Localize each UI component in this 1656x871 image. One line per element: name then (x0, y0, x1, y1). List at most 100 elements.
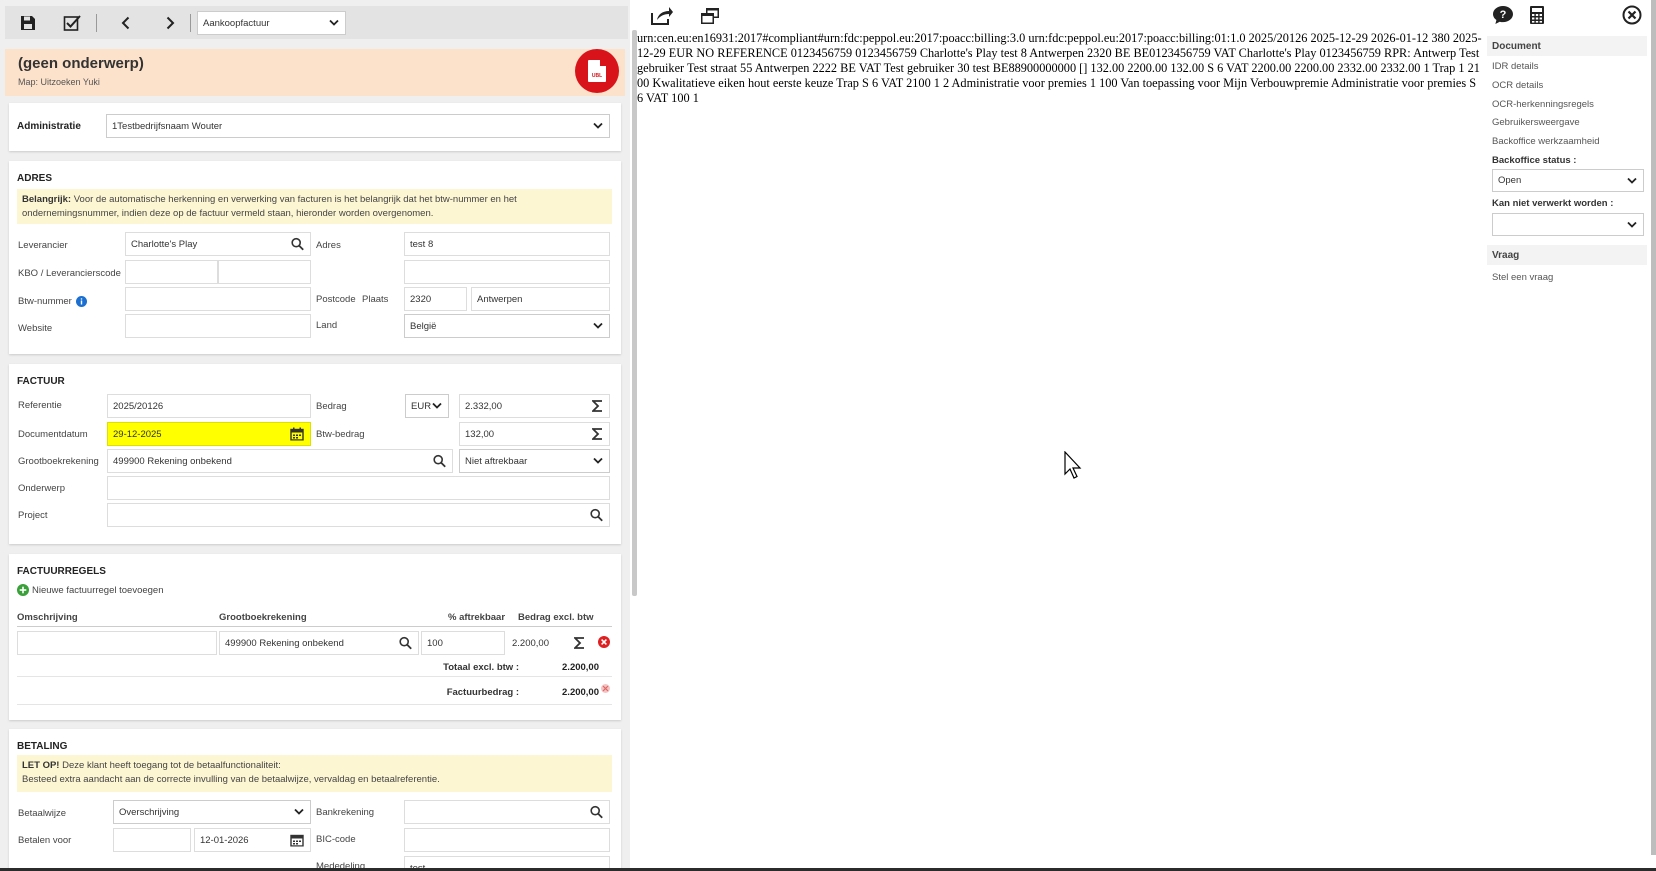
leverancier-input[interactable]: Charlotte's Play (125, 232, 311, 256)
factuurbedrag-value: 2.200,00 (562, 687, 599, 698)
currency-select[interactable]: EUR (405, 394, 449, 418)
factuurbedrag-label: Factuurbedrag : (446, 687, 519, 698)
adres-input[interactable]: test 8 (404, 232, 610, 256)
document-section-title: Document (1487, 36, 1647, 56)
arrow-left-icon (121, 16, 130, 30)
help-button[interactable]: ? (1491, 4, 1515, 26)
close-button[interactable] (1620, 3, 1644, 27)
land-label: Land (316, 320, 338, 331)
betalenvoor-days-input[interactable] (113, 828, 191, 852)
close-icon (1622, 5, 1642, 25)
grootboek-value: 499900 Rekening onbekend (113, 455, 232, 467)
approve-button[interactable] (57, 10, 87, 36)
link-ocr-rules[interactable]: OCR-herkenningsregels (1492, 99, 1594, 110)
totaal-value: 2.200,00 (562, 662, 599, 673)
aftrekbaarheid-value: Niet aftrekbaar (465, 455, 528, 467)
bedrag-label: Bedrag (316, 401, 347, 412)
grootboek-input[interactable]: 499900 Rekening onbekend (107, 449, 453, 473)
betaling-card: BETALING LET OP! Deze klant heeft toegan… (9, 729, 621, 871)
calendar-icon (290, 834, 304, 847)
omschrijving-input[interactable] (17, 631, 217, 655)
betalenvoor-date-input[interactable]: 12-01-2026 (194, 828, 311, 852)
search-button[interactable] (433, 454, 446, 468)
regel-bedrag-input[interactable]: 2.200,00 (507, 631, 591, 655)
mouse-cursor (1064, 451, 1082, 479)
info-icon[interactable] (76, 296, 88, 307)
document-type-select[interactable]: Aankoopfactuur (197, 11, 346, 35)
col-aftrekbaar: % aftrekbaar (448, 612, 506, 623)
add-line-button[interactable]: Nieuwe factuurregel toevoegen (17, 584, 164, 596)
plaats-input[interactable]: Antwerpen (471, 287, 610, 311)
btwbedrag-input[interactable]: 132,00 (459, 422, 610, 446)
search-icon (433, 454, 446, 468)
link-stel-een-vraag[interactable]: Stel een vraag (1492, 272, 1553, 283)
adres-line2-input[interactable] (404, 260, 610, 284)
documentdatum-value: 29-12-2025 (113, 428, 162, 440)
regel-grootboek-value: 499900 Rekening onbekend (225, 637, 344, 649)
land-value: België (410, 320, 437, 332)
link-backoffice-werkzaamheid[interactable]: Backoffice werkzaamheid (1492, 136, 1600, 147)
col-bedrag: Bedrag excl. btw (518, 612, 594, 623)
sigma-icon (574, 637, 584, 649)
sum-button[interactable] (592, 428, 603, 440)
aftrekbaarheid-select[interactable]: Niet aftrekbaar (459, 449, 610, 473)
sum-button[interactable] (592, 400, 603, 412)
postcode-value: 2320 (410, 293, 432, 305)
administratie-select[interactable]: 1Testbedrijfsnaam Wouter (106, 114, 610, 138)
btwbedrag-value: 132,00 (465, 428, 495, 440)
help-icon: ? (1493, 6, 1513, 24)
date-picker-button[interactable] (290, 427, 304, 441)
previous-button[interactable] (111, 10, 141, 36)
search-icon (590, 508, 603, 522)
share-button[interactable] (647, 3, 677, 29)
search-icon (399, 636, 412, 650)
adres-value: test 8 (410, 238, 434, 250)
search-button[interactable] (590, 805, 603, 819)
bedrag-value: 2.332,00 (465, 400, 502, 412)
land-select[interactable]: België (404, 314, 610, 338)
factuurregels-title: FACTUURREGELS (17, 566, 106, 577)
website-input[interactable] (125, 314, 311, 338)
totaal-label: Totaal excl. btw : (443, 662, 519, 673)
row-divider (17, 704, 612, 705)
documentdatum-input[interactable]: 29-12-2025 (107, 422, 311, 446)
bedrag-input[interactable]: 2.332,00 (459, 394, 610, 418)
search-button[interactable] (399, 636, 412, 650)
betaalwijze-label: Betaalwijze (18, 808, 67, 819)
factuur-card: FACTUUR Referentie 2025/20126 Bedrag EUR… (9, 364, 621, 544)
chevron-down-icon (593, 322, 603, 329)
link-idr-details[interactable]: IDR details (1492, 61, 1538, 72)
sum-button[interactable] (574, 637, 585, 649)
save-button[interactable] (13, 10, 43, 36)
page-scrollbar[interactable] (1651, 0, 1656, 855)
regel-grootboek-input[interactable]: 499900 Rekening onbekend (219, 631, 419, 655)
referentie-input[interactable]: 2025/20126 (107, 394, 311, 418)
kbo-input[interactable] (125, 260, 218, 284)
ubl-badge: UBL (575, 49, 619, 93)
leverancierscode-input[interactable] (218, 260, 311, 284)
onderwerp-input[interactable] (107, 476, 610, 500)
bankrekening-input[interactable] (404, 800, 610, 824)
postcode-input[interactable]: 2320 (404, 287, 467, 311)
currency-value: EUR (411, 400, 432, 412)
search-button[interactable] (590, 508, 603, 522)
betaalwijze-select[interactable]: Overschrijving (113, 800, 311, 824)
link-gebruikersweergave[interactable]: Gebruikersweergave (1492, 117, 1580, 128)
backoffice-status-select[interactable]: Open (1492, 169, 1644, 192)
windows-button[interactable] (695, 3, 725, 29)
search-button[interactable] (291, 237, 304, 251)
aftrekbaar-input[interactable]: 100 (421, 631, 505, 655)
btwbedrag-label: Btw-bedrag (316, 429, 365, 440)
next-button[interactable] (155, 10, 185, 36)
bic-input[interactable] (404, 828, 610, 852)
link-ocr-details[interactable]: OCR details (1492, 80, 1543, 91)
delete-icon[interactable] (598, 636, 610, 648)
kan-niet-select[interactable] (1492, 213, 1644, 236)
btw-nummer-input[interactable] (125, 287, 311, 311)
date-picker-button[interactable] (290, 834, 304, 847)
adres-note-bold: Belangrijk: (22, 194, 72, 205)
project-input[interactable] (107, 503, 610, 527)
form-scrollbar[interactable] (632, 30, 637, 596)
calculator-button[interactable] (1526, 3, 1548, 27)
betalenvoor-label: Betalen voor (18, 835, 72, 846)
